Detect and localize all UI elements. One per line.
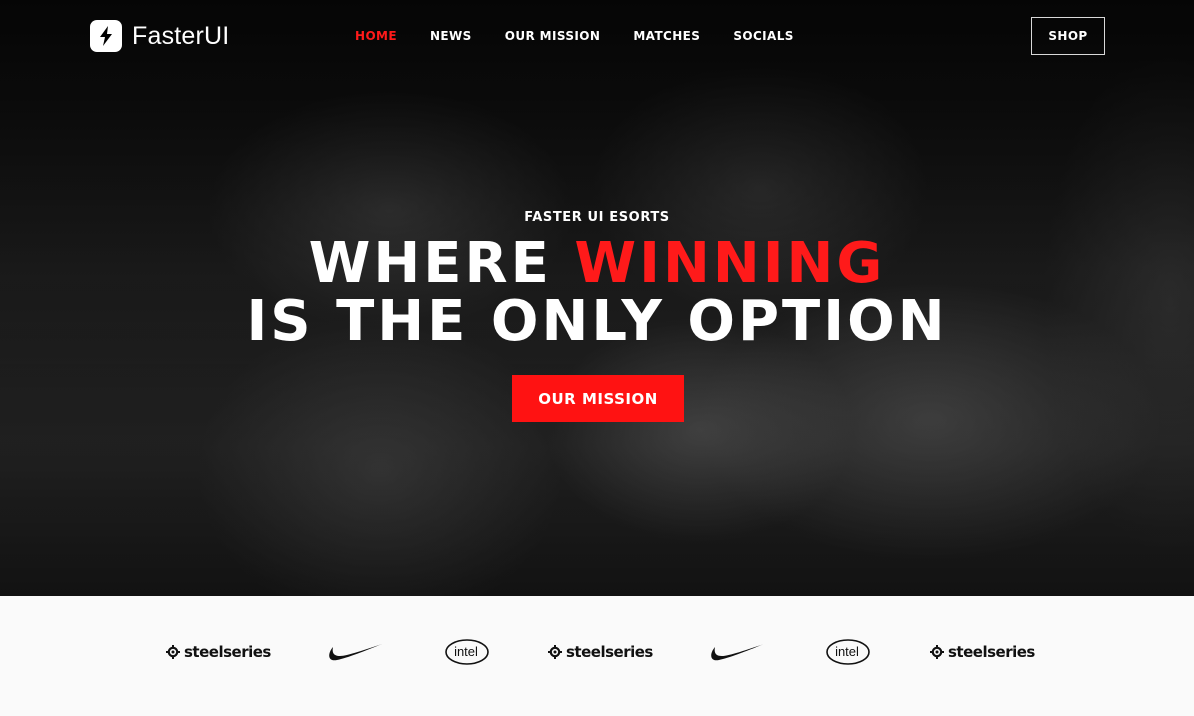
sponsor-steelseries[interactable]: steelseries xyxy=(930,632,1035,672)
nav-item-our-mission[interactable]: OUR MISSION xyxy=(505,28,601,44)
brand-name: FasterUI xyxy=(132,21,230,50)
headline-text: WHERE xyxy=(308,231,575,296)
sponsor-nike[interactable] xyxy=(707,632,765,672)
steelseries-icon xyxy=(166,645,180,659)
sponsor-label: steelseries xyxy=(184,643,271,661)
hero-section: FasterUI HOME NEWS OUR MISSION MATCHES S… xyxy=(0,0,1194,596)
sponsor-intel[interactable]: intel xyxy=(444,632,490,672)
sponsor-label: intel xyxy=(454,644,478,659)
sponsor-nike[interactable] xyxy=(325,632,383,672)
sponsor-steelseries[interactable]: steelseries xyxy=(166,632,271,672)
headline-accent-text: WINNING xyxy=(574,231,886,296)
top-navigation: FasterUI HOME NEWS OUR MISSION MATCHES S… xyxy=(0,0,1194,72)
lightning-bolt-icon xyxy=(90,20,122,52)
our-mission-button[interactable]: OUR MISSION xyxy=(512,375,684,422)
hero-headline-line2: IS THE ONLY OPTION xyxy=(246,289,948,354)
nav-item-news[interactable]: NEWS xyxy=(430,28,472,44)
nav-item-socials[interactable]: SOCIALS xyxy=(733,28,794,44)
intel-logo-icon: intel xyxy=(445,639,489,665)
nav-item-home[interactable]: HOME xyxy=(355,28,397,44)
nike-swoosh-icon xyxy=(329,644,382,661)
brand-logo[interactable]: FasterUI xyxy=(90,20,229,52)
sponsor-intel[interactable]: intel xyxy=(825,632,871,672)
sponsor-label: steelseries xyxy=(948,643,1035,661)
steelseries-icon xyxy=(930,645,944,659)
sponsor-strip: steelseries intel steelseries intel stee… xyxy=(0,596,1194,716)
nike-swoosh-icon xyxy=(711,644,764,661)
sponsor-label: steelseries xyxy=(566,643,653,661)
main-menu: HOME NEWS OUR MISSION MATCHES SOCIALS xyxy=(355,28,794,44)
hero-headline-line1: WHERE WINNING xyxy=(0,234,1194,294)
intel-logo-icon: intel xyxy=(826,639,870,665)
sponsor-label: intel xyxy=(835,644,859,659)
shop-button[interactable]: SHOP xyxy=(1031,17,1105,55)
nav-item-matches[interactable]: MATCHES xyxy=(633,28,700,44)
hero-eyebrow: FASTER UI ESORTS xyxy=(524,210,670,225)
steelseries-icon xyxy=(548,645,562,659)
sponsor-steelseries[interactable]: steelseries xyxy=(548,632,653,672)
